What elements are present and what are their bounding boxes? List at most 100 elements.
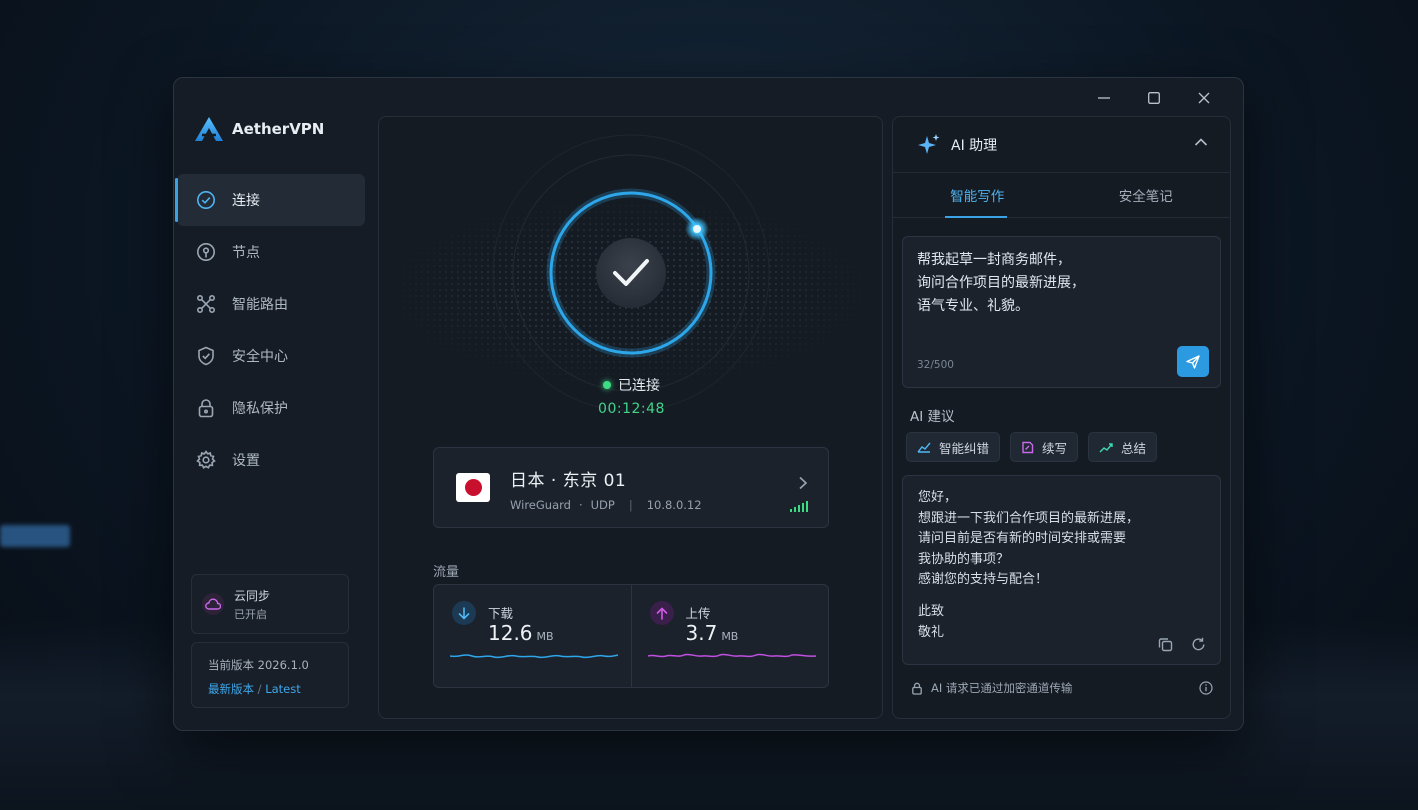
app-window: AetherVPN 连接 节点 智能路由 安全中心 隐私保护 设置 云同步 已开… [173,77,1244,731]
refresh-icon [1192,637,1205,651]
sidebar-item-connect[interactable]: 连接 [175,174,365,226]
maximize-button[interactable] [1129,88,1179,108]
route-network-icon [196,294,216,314]
sidebar-item-privacy[interactable]: 隐私保护 [177,382,365,434]
sidebar-item-label: 节点 [232,245,260,261]
regenerate-button[interactable] [1191,637,1206,652]
download-arrow-icon [452,601,476,625]
download-value: 12.6 MB [488,621,554,645]
chart-check-icon [917,442,931,453]
minimize-button[interactable] [1079,88,1129,108]
copy-icon [1158,638,1173,652]
cloud-sync-status: 已开启 [234,607,267,621]
ai-result-card: 您好， 想跟进一下我们合作项目的最新进展， 请问目前是否有新的时间安排或需要 我… [902,475,1221,665]
status-dot [603,381,611,389]
shield-check-icon [198,346,214,366]
brand: AetherVPN [194,116,324,142]
background-light [0,525,70,547]
download-stat: 下载 12.6 MB [434,585,631,687]
chip-smart-correct[interactable]: 智能纠错 [906,432,1001,462]
gear-icon [196,450,216,469]
chart-trend-icon [1099,443,1113,453]
send-button[interactable] [1177,346,1209,377]
upload-value: 3.7 MB [685,621,739,645]
server-name: 日本 · 东京 01 [510,471,627,491]
server-selector[interactable]: 日本 · 东京 01 WireGuard · UDP | 10.8.0.12 [433,447,829,528]
sidebar-item-label: 安全中心 [232,349,288,365]
check-circle-icon [197,191,215,209]
connection-panel: 已连接 00:12:48 日本 · 东京 01 WireGuard · UDP … [378,116,883,719]
lock-small-icon [912,682,922,695]
chevron-up-icon[interactable] [1194,137,1208,147]
suggestion-chips: 智能纠错 续写 总结 [906,432,1158,462]
chevron-right-icon [799,476,808,490]
latest-version-en: Latest [265,682,301,696]
aether-logo-icon [195,117,223,141]
cloud-sync-title: 云同步 [234,588,271,603]
tab-smart-writing[interactable]: 智能写作 [893,173,1062,218]
chip-summarize[interactable]: 总结 [1088,432,1158,462]
ai-suggestions-label: AI 建议 [910,409,955,425]
server-meta: WireGuard · UDP | 10.8.0.12 [510,498,702,512]
close-button[interactable] [1179,88,1229,108]
sidebar-item-label: 连接 [232,193,260,209]
server-protocol: WireGuard [510,498,571,512]
server-meta-dot: · [578,498,583,512]
connection-timer: 00:12:48 [598,401,665,417]
tab-secure-notes[interactable]: 安全笔记 [1062,173,1231,217]
result-actions [1158,637,1206,652]
sidebar-item-smart-route[interactable]: 智能路由 [177,278,365,330]
server-meta-divider: | [628,498,633,512]
ai-title: AI 助理 [951,137,998,154]
ai-header: AI 助理 [893,117,1230,173]
sidebar-item-label: 智能路由 [232,297,288,313]
status-text: 已连接 [618,378,660,394]
sparkle-icon [918,133,940,154]
traffic-card: 下载 12.6 MB 上传 3.7 MB [433,584,829,688]
upload-label: 上传 [685,606,711,621]
maximize-icon [1148,92,1160,104]
edit-note-icon [1022,441,1034,453]
char-counter: 32/500 [917,359,954,371]
result-body: 您好， 想跟进一下我们合作项目的最新进展， 请问目前是否有新的时间安排或需要 我… [918,490,1140,587]
close-icon [1198,92,1210,104]
cloud-icon [202,593,224,615]
download-label: 下载 [488,606,514,621]
brand-name: AetherVPN [232,120,325,138]
sidebar-item-label: 设置 [232,453,260,469]
sidebar-item-nodes[interactable]: 节点 [177,226,365,278]
sidebar-item-security[interactable]: 安全中心 [177,330,365,382]
signal-strength-icon [790,501,808,512]
japan-flag-icon [456,473,490,502]
minimize-icon [1098,97,1110,99]
server-ip: 10.8.0.12 [646,498,702,512]
upload-stat: 上传 3.7 MB [630,585,829,687]
latest-version-label: 最新版本 [208,682,254,696]
prompt-input[interactable]: 帮我起草一封商务邮件， 询问合作项目的最新进展， 语气专业、礼貌。 32/500 [902,236,1221,388]
connection-ring[interactable] [491,133,771,413]
upload-sparkline [647,653,816,658]
location-pin-icon [197,243,215,261]
sidebar-item-label: 隐私保护 [232,401,288,417]
cloud-sync-card[interactable]: 云同步 已开启 [191,574,349,634]
window-controls [1079,88,1229,108]
lock-icon [198,399,214,418]
result-signature: 此致 敬礼 [918,604,945,640]
traffic-label: 流量 [433,565,460,580]
upload-arrow-icon [649,601,674,625]
encryption-note-text: AI 请求已通过加密通道传输 [931,681,1073,695]
send-icon [1186,354,1200,369]
latest-version-sep: / [257,682,262,696]
latest-version-link[interactable]: 最新版本 / Latest [208,681,348,697]
copy-button[interactable] [1158,637,1173,652]
prompt-text[interactable]: 帮我起草一封商务邮件， 询问合作项目的最新进展， 语气专业、礼貌。 [917,249,1085,318]
sidebar-item-settings[interactable]: 设置 [177,434,365,486]
chip-continue[interactable]: 续写 [1010,432,1079,462]
info-icon[interactable] [1199,681,1213,695]
server-transport: UDP [590,498,615,512]
version-card: 当前版本 2026.1.0 最新版本 / Latest [191,642,349,708]
ai-tabs: 智能写作 安全笔记 [893,173,1230,218]
sidebar-nav: 连接 节点 智能路由 安全中心 隐私保护 设置 [175,174,365,486]
encryption-note: AI 请求已通过加密通道传输 [911,680,1072,696]
connection-status: 已连接 00:12:48 [379,374,882,417]
